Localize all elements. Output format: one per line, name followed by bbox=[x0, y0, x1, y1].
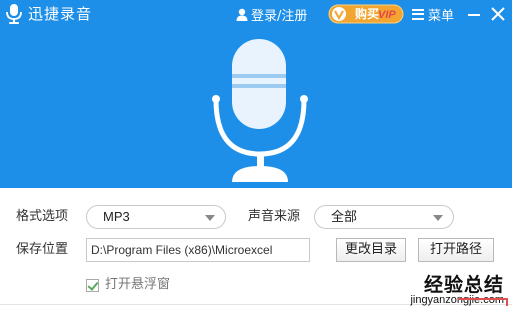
watermark-corner-mark bbox=[458, 298, 508, 306]
change-directory-button[interactable]: 更改目录 bbox=[336, 238, 406, 262]
vip-text: VIP bbox=[378, 9, 396, 21]
menu-button[interactable]: 菜单 bbox=[412, 5, 455, 24]
save-location-label: 保存位置 bbox=[16, 242, 69, 257]
app-title: 迅捷录音 bbox=[28, 5, 93, 23]
float-window-checkbox[interactable] bbox=[86, 278, 99, 292]
buy-vip-button[interactable]: VIP 购买 bbox=[328, 4, 404, 24]
login-label: 登录/注册 bbox=[251, 8, 308, 24]
watermark: 经验总结 jingyanzongjie.com bbox=[374, 270, 508, 314]
hamburger-icon bbox=[412, 8, 424, 20]
source-label: 声音来源 bbox=[248, 209, 301, 224]
chevron-down-icon bbox=[205, 215, 215, 221]
minimize-button[interactable] bbox=[464, 4, 484, 24]
user-icon bbox=[236, 8, 248, 21]
microphone-illustration-icon bbox=[212, 39, 308, 182]
vip-label: 购买 bbox=[355, 7, 380, 21]
save-path-field[interactable]: D:\Program Files (x86)\Microexcel bbox=[86, 238, 310, 262]
float-window-label: 打开悬浮窗 bbox=[105, 277, 171, 292]
recorder-window: 迅捷录音 登录/注册 VIP 购买 菜单 格式选项 MP3 声音来源 全部 保存… bbox=[0, 0, 512, 318]
source-value: 全部 bbox=[331, 209, 358, 224]
format-select[interactable]: MP3 bbox=[86, 205, 226, 229]
watermark-title: 经验总结 bbox=[423, 274, 504, 296]
format-value: MP3 bbox=[103, 209, 130, 224]
title-bar[interactable]: 迅捷录音 登录/注册 VIP 购买 菜单 bbox=[0, 0, 512, 28]
hero-banner: 迅捷录音 登录/注册 VIP 购买 菜单 bbox=[0, 0, 512, 188]
login-register-link[interactable]: 登录/注册 bbox=[236, 5, 308, 24]
source-select[interactable]: 全部 bbox=[314, 205, 454, 229]
close-icon[interactable] bbox=[488, 4, 508, 24]
open-path-button[interactable]: 打开路径 bbox=[418, 238, 494, 262]
chevron-down-icon bbox=[433, 215, 443, 221]
format-label: 格式选项 bbox=[16, 209, 69, 224]
settings-panel: 格式选项 MP3 声音来源 全部 保存位置 D:\Program Files (… bbox=[0, 188, 512, 318]
microphone-logo-icon bbox=[6, 4, 22, 24]
float-window-option[interactable]: 打开悬浮窗 bbox=[86, 277, 170, 293]
menu-label: 菜单 bbox=[428, 8, 455, 24]
